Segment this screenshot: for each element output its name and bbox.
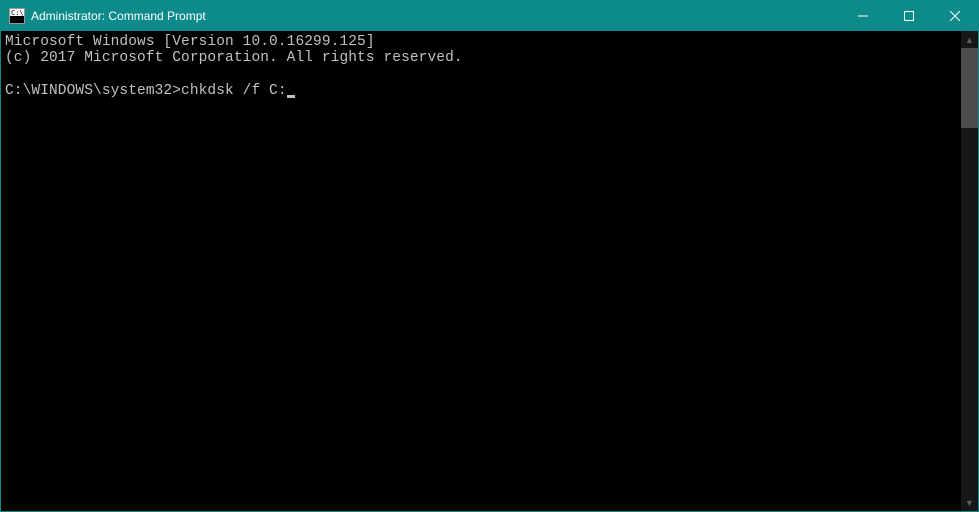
scroll-down-button[interactable]: ▼: [961, 494, 978, 511]
typed-command: chkdsk /f C:: [181, 83, 287, 99]
scroll-thumb[interactable]: [961, 48, 978, 128]
terminal-output[interactable]: Microsoft Windows [Version 10.0.16299.12…: [1, 31, 961, 511]
banner-line-1: Microsoft Windows [Version 10.0.16299.12…: [5, 34, 375, 50]
close-button[interactable]: [932, 1, 978, 31]
banner-line-2: (c) 2017 Microsoft Corporation. All righ…: [5, 50, 463, 66]
window-controls: [840, 1, 978, 31]
close-icon: [950, 11, 960, 21]
cmd-icon: [9, 8, 25, 24]
chevron-down-icon: ▼: [965, 498, 974, 508]
vertical-scrollbar[interactable]: ▲ ▼: [961, 31, 978, 511]
maximize-button[interactable]: [886, 1, 932, 31]
window-title: Administrator: Command Prompt: [31, 9, 840, 23]
cursor: [287, 95, 295, 98]
command-prompt-window: Administrator: Command Prompt Microsoft …: [0, 0, 979, 512]
minimize-button[interactable]: [840, 1, 886, 31]
scroll-up-button[interactable]: ▲: [961, 31, 978, 48]
prompt-path: C:\WINDOWS\system32>: [5, 83, 181, 99]
minimize-icon: [858, 11, 868, 21]
window-body: Microsoft Windows [Version 10.0.16299.12…: [1, 31, 978, 511]
titlebar[interactable]: Administrator: Command Prompt: [1, 1, 978, 31]
scroll-track[interactable]: [961, 48, 978, 494]
maximize-icon: [904, 11, 914, 21]
chevron-up-icon: ▲: [965, 35, 974, 45]
